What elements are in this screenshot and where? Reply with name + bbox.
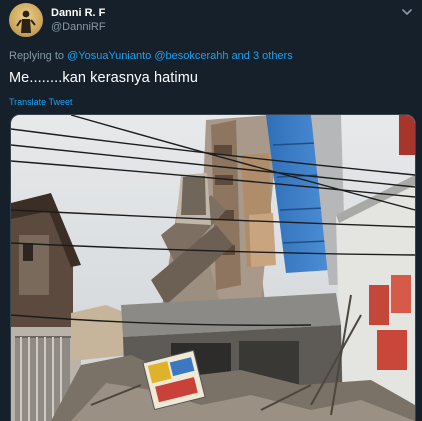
tweet-photo[interactable] [10,114,416,421]
tweet-text: Me........kan kerasnya hatimu [9,70,199,86]
tweet-card: Danni R. F @DanniRF Replying to @YosuaYu… [0,0,422,421]
user-handle[interactable]: @DanniRF [51,21,106,33]
avatar[interactable] [9,3,43,37]
replying-to: Replying to @YosuaYunianto @besokcerahh … [9,50,293,62]
display-name[interactable]: Danni R. F [51,7,105,19]
mention-link[interactable]: @besokcerahh [154,50,228,62]
mention-link[interactable]: @YosuaYunianto [67,50,151,62]
replying-to-label: Replying to [9,50,65,62]
translate-tweet-link[interactable]: Translate Tweet [9,97,73,107]
chevron-down-icon[interactable] [400,5,414,19]
and-others-link[interactable]: and 3 others [232,50,293,62]
collapsed-building-photo [11,115,415,421]
